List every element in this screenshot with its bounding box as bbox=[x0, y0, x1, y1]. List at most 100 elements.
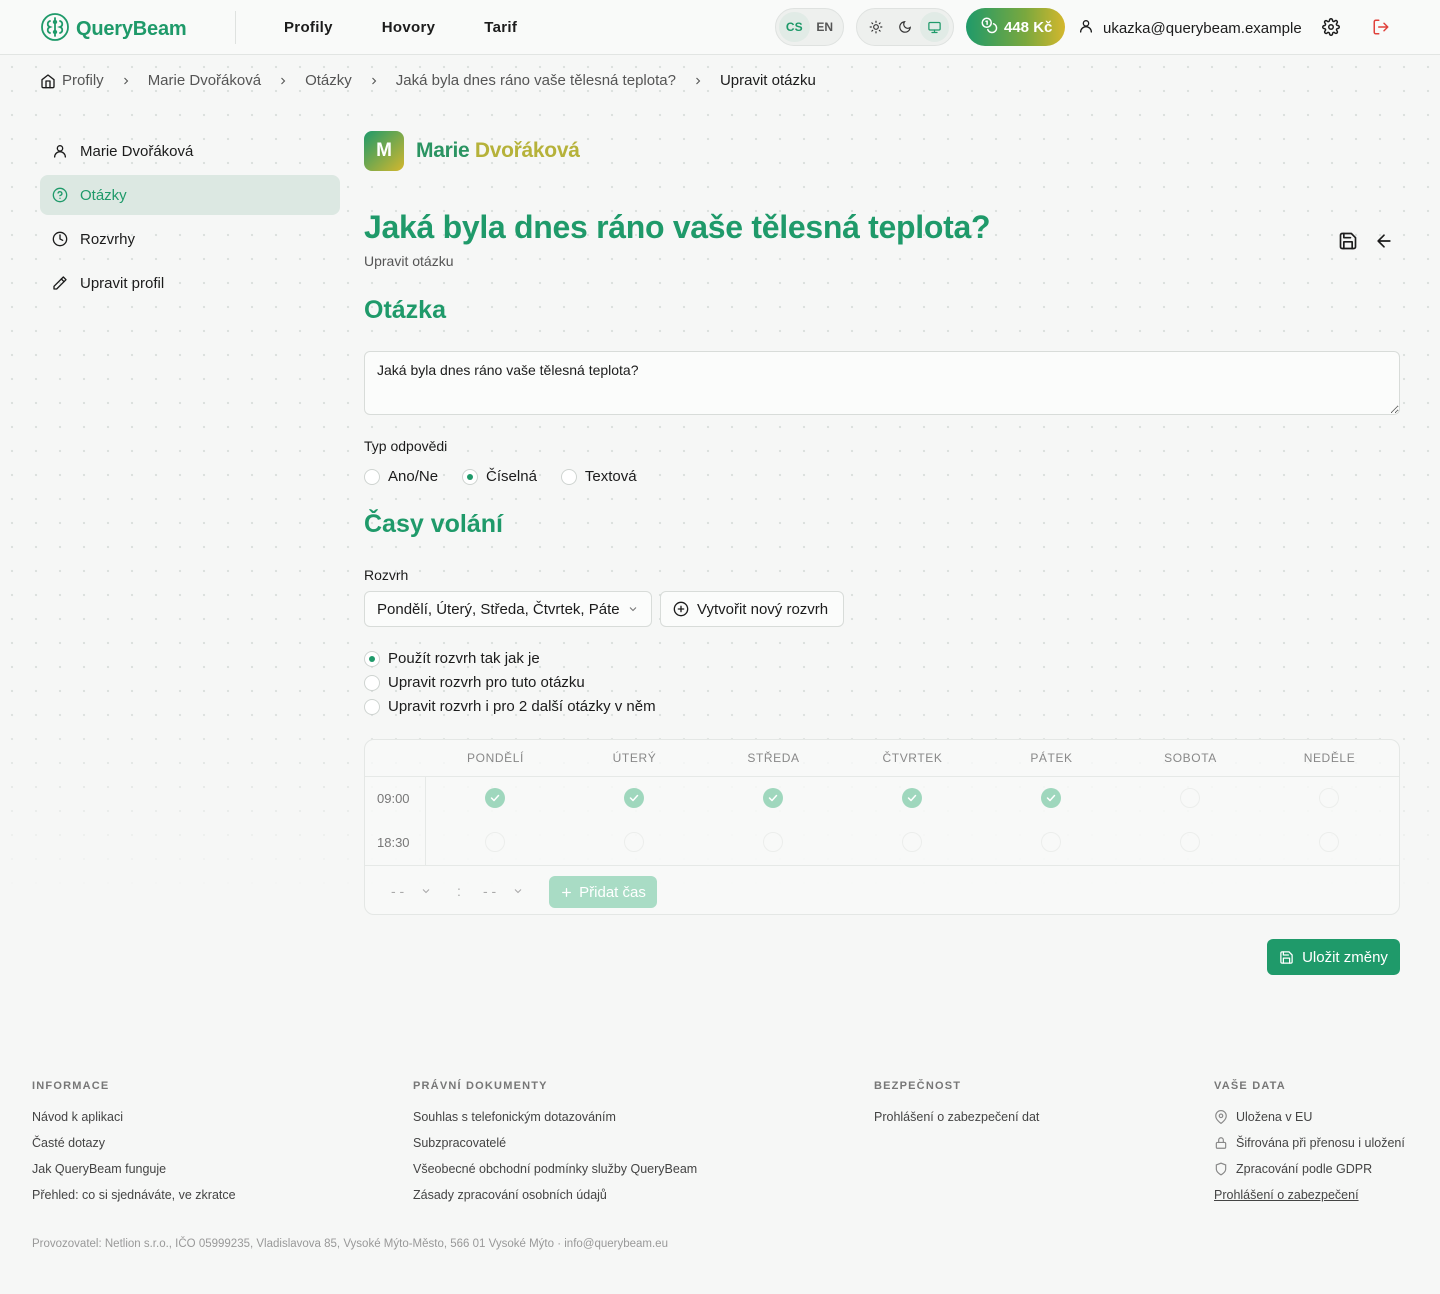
schedule-option-row: Upravit rozvrh pro tuto otázku bbox=[364, 674, 585, 691]
question-text-input[interactable]: Jaká byla dnes ráno vaše tělesná teplota… bbox=[364, 351, 1400, 415]
answer-type-group: Ano/Ne Číselná Textová bbox=[364, 468, 637, 485]
schedule-cell-checked[interactable] bbox=[902, 788, 922, 808]
lang-en-button[interactable]: EN bbox=[810, 12, 841, 42]
sidebar-item-questions[interactable]: Otázky bbox=[40, 175, 340, 215]
footer-column-data: Vaše data Uložena v EU Šifrována při pře… bbox=[1214, 1080, 1405, 1208]
footer-link[interactable]: Návod k aplikaci bbox=[32, 1104, 236, 1130]
check-icon bbox=[907, 794, 917, 802]
schedule-select[interactable]: Pondělí, Úterý, Středa, Čtvrtek, Páte bbox=[364, 591, 652, 627]
breadcrumb-profily[interactable]: Profily bbox=[62, 72, 104, 89]
moon-icon[interactable] bbox=[890, 12, 919, 42]
schedule-option-edit-radio[interactable] bbox=[364, 674, 380, 691]
user-menu[interactable]: ukazka@querybeam.example bbox=[1078, 18, 1302, 38]
credit-badge[interactable]: 448 Kč bbox=[966, 8, 1065, 46]
schedule-cell-checked[interactable] bbox=[1041, 788, 1061, 808]
save-changes-button[interactable]: Uložit změny bbox=[1267, 939, 1400, 975]
profile-name: Marie Dvořáková bbox=[416, 139, 580, 163]
schedule-cell-empty[interactable] bbox=[1319, 832, 1339, 852]
footer-heading: Informace bbox=[32, 1080, 110, 1092]
breadcrumb: Profily Marie Dvořáková Otázky Jaká byla… bbox=[40, 72, 816, 89]
answer-type-number-radio[interactable] bbox=[462, 468, 479, 485]
schedule-cell-checked[interactable] bbox=[624, 788, 644, 808]
call-times-heading: Časy volání bbox=[364, 510, 503, 538]
create-schedule-button[interactable]: Vytvořit nový rozvrh bbox=[660, 591, 844, 627]
map-pin-icon bbox=[1214, 1110, 1228, 1124]
schedule-cell-empty[interactable] bbox=[485, 832, 505, 852]
footer-link-security-statement[interactable]: Prohlášení o zabezpečení bbox=[1214, 1182, 1405, 1208]
footer-link[interactable]: Všeobecné obchodní podmínky služby Query… bbox=[413, 1156, 697, 1182]
add-time-button[interactable]: Přidat čas bbox=[549, 876, 657, 908]
add-time-bar: - - : - - Přidat čas bbox=[365, 865, 1399, 914]
sidebar-item-label: Upravit profil bbox=[80, 274, 165, 292]
footer-link[interactable]: Zásady zpracování osobních údajů bbox=[413, 1182, 697, 1208]
schedule-cell-empty[interactable] bbox=[763, 832, 783, 852]
home-icon[interactable] bbox=[40, 73, 56, 89]
profile-header: M Marie Dvořáková bbox=[364, 131, 1400, 171]
lang-cs-button[interactable]: CS bbox=[779, 12, 810, 42]
footer-item-label: Šifrována při přenosu i uložení bbox=[1236, 1136, 1405, 1150]
nav-hovory[interactable]: Hovory bbox=[382, 19, 435, 36]
schedule-select-value: Pondělí, Úterý, Středa, Čtvrtek, Páte bbox=[377, 600, 620, 618]
schedule-option-use-radio[interactable] bbox=[364, 650, 380, 667]
nav-tarif[interactable]: Tarif bbox=[484, 19, 517, 36]
answer-type-yesno-radio[interactable] bbox=[364, 468, 380, 485]
schedule-grid-header: PONDĚLÍ ÚTERÝ STŘEDA ČTVRTEK PÁTEK SOBOT… bbox=[365, 740, 1399, 777]
footer-link[interactable]: Subzpracovatelé bbox=[413, 1130, 697, 1156]
sun-icon[interactable] bbox=[861, 12, 890, 42]
chevron-down-icon bbox=[420, 885, 432, 897]
credit-amount: 448 Kč bbox=[1004, 18, 1053, 36]
schedule-cell-empty[interactable] bbox=[1319, 788, 1339, 808]
schedule-cell-empty[interactable] bbox=[1180, 832, 1200, 852]
plus-circle-icon bbox=[673, 601, 689, 617]
brand-logo[interactable]: QueryBeam bbox=[40, 12, 187, 47]
schedule-cell-empty[interactable] bbox=[624, 832, 644, 852]
pencil-icon bbox=[52, 275, 68, 291]
monitor-icon[interactable] bbox=[919, 12, 949, 42]
schedule-cell-empty[interactable] bbox=[902, 832, 922, 852]
footer-link[interactable]: Jak QueryBeam funguje bbox=[32, 1156, 236, 1182]
footer-column-legal: Právní dokumenty Souhlas s telefonickým … bbox=[413, 1080, 697, 1208]
hour-select[interactable]: - - bbox=[391, 883, 432, 899]
breadcrumb-current: Upravit otázku bbox=[719, 72, 816, 89]
breadcrumb-question[interactable]: Jaká byla dnes ráno vaše tělesná teplota… bbox=[396, 72, 676, 89]
footer-link[interactable]: Prohlášení o zabezpečení dat bbox=[874, 1104, 1039, 1130]
minute-select[interactable]: - - bbox=[483, 883, 524, 899]
arrow-left-icon[interactable] bbox=[1374, 231, 1394, 251]
main-content: M Marie Dvořáková Jaká byla dnes ráno va… bbox=[364, 131, 1400, 975]
schedule-grid: PONDĚLÍ ÚTERÝ STŘEDA ČTVRTEK PÁTEK SOBOT… bbox=[364, 739, 1400, 915]
check-icon bbox=[490, 794, 500, 802]
user-email: ukazka@querybeam.example bbox=[1103, 19, 1302, 37]
breadcrumb-profile[interactable]: Marie Dvořáková bbox=[148, 72, 261, 89]
sidebar-item-schedules[interactable]: Rozvrhy bbox=[40, 219, 340, 259]
breadcrumb-questions[interactable]: Otázky bbox=[305, 72, 352, 89]
gear-icon[interactable] bbox=[1321, 17, 1341, 37]
logout-icon[interactable] bbox=[1371, 17, 1391, 37]
schedule-cell-empty[interactable] bbox=[1041, 832, 1061, 852]
schedule-label: Rozvrh bbox=[364, 567, 409, 583]
answer-type-text-radio[interactable] bbox=[560, 468, 577, 485]
footer-link[interactable]: Přehled: co si sjednáváte, ve zkratce bbox=[32, 1182, 236, 1208]
schedule-cell-checked[interactable] bbox=[763, 788, 783, 808]
sidebar-item-edit-profile[interactable]: Upravit profil bbox=[40, 263, 340, 303]
save-icon[interactable] bbox=[1338, 231, 1358, 251]
nav-profily[interactable]: Profily bbox=[284, 19, 333, 36]
sidebar-item-profile[interactable]: Marie Dvořáková bbox=[40, 131, 340, 171]
schedule-cell-checked[interactable] bbox=[485, 788, 505, 808]
footer-item-label: Zpracování podle GDPR bbox=[1236, 1162, 1373, 1176]
schedule-option-edit-all-radio[interactable] bbox=[364, 698, 380, 715]
day-header: NEDĚLE bbox=[1303, 751, 1356, 765]
footer-item-eu: Uložena v EU bbox=[1214, 1104, 1405, 1130]
brand-name: QueryBeam bbox=[76, 18, 187, 40]
hour-select-value: - - bbox=[391, 883, 405, 899]
day-header: PONDĚLÍ bbox=[467, 751, 524, 765]
footer-heading: Vaše data bbox=[1214, 1080, 1286, 1092]
chevron-down-icon bbox=[512, 885, 524, 897]
schedule-cell-empty[interactable] bbox=[1180, 788, 1200, 808]
day-header: PÁTEK bbox=[1030, 751, 1073, 765]
schedule-option-label: Použít rozvrh tak jak je bbox=[388, 650, 540, 667]
footer-link[interactable]: Souhlas s telefonickým dotazováním bbox=[413, 1104, 697, 1130]
theme-switcher bbox=[856, 8, 954, 46]
profile-last-name: Dvořáková bbox=[474, 139, 580, 162]
footer-link[interactable]: Časté dotazy bbox=[32, 1130, 236, 1156]
footer-heading: Právní dokumenty bbox=[413, 1080, 548, 1092]
